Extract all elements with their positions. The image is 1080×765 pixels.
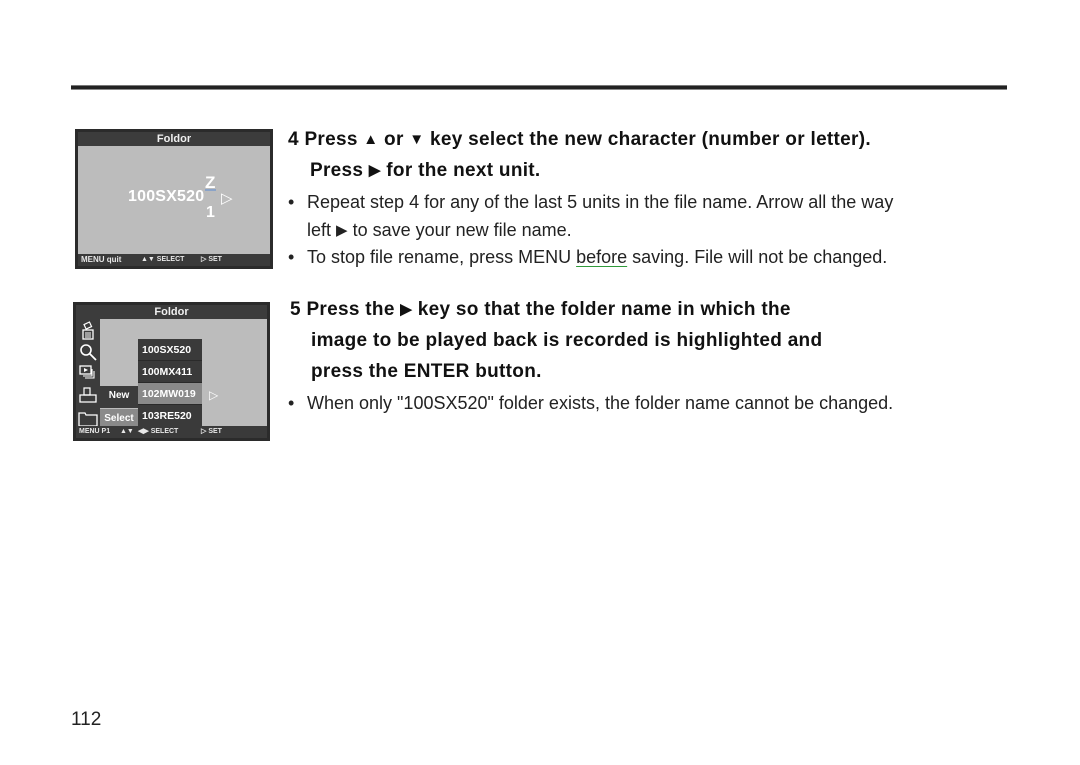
status-updown: ▲▼ [120, 428, 134, 435]
folder-item-highlighted[interactable]: 102MW019 [138, 383, 202, 405]
header-rule [71, 85, 1007, 90]
char-below: 1 [206, 204, 215, 221]
status-menu: MENU P1 [79, 428, 111, 435]
folder-icon [78, 412, 98, 427]
status-menu: MENU quit [81, 255, 122, 264]
camera-screen-folder: Foldor New Select 100SX520 100MX411 102M… [73, 302, 270, 441]
submenu-new[interactable]: New [100, 386, 138, 408]
char-cursor-underline [205, 189, 216, 191]
folder-item[interactable]: 100SX520 [138, 339, 202, 361]
step5-heading-line3: press the ENTER button. [311, 361, 542, 382]
step4-heading-line2: Press ▶ for the next unit. [310, 160, 541, 181]
status-select: ◀▶ SELECT [138, 428, 179, 435]
folder-item[interactable]: 100MX411 [138, 361, 202, 383]
right-arrow-icon: ▷ [221, 190, 233, 207]
trash-icon [82, 321, 94, 340]
folder-list: 100SX520 100MX411 102MW019 103RE520 [138, 339, 202, 427]
magnify-icon [80, 344, 97, 361]
bullet-glyph: • [288, 393, 295, 413]
screen-title: Foldor [78, 132, 270, 146]
step5-heading-line2: image to be played back is recorded is h… [311, 330, 823, 351]
right-arrow-icon: ▶ [336, 222, 348, 239]
filename: 100SX520 [128, 188, 205, 205]
screen-title: Foldor [76, 305, 267, 319]
bullet-glyph: • [288, 192, 295, 212]
print-icon [79, 387, 97, 403]
status-set: ▷ SET [201, 256, 222, 263]
screen-statusbar: MENU quit ▲▼ SELECT ▷ SET [78, 254, 270, 266]
right-arrow-icon: ▷ [209, 388, 219, 402]
right-arrow-icon: ▶ [400, 301, 413, 318]
step5-bullet: • When only "100SX520" folder exists, th… [288, 393, 894, 413]
page-number: 112 [71, 709, 102, 730]
step4-bullet-1-cont: left ▶ to save your new file name. [307, 220, 572, 240]
step5-heading-line1: 5 Press the ▶ key so that the folder nam… [290, 299, 791, 320]
right-arrow-icon: ▶ [368, 162, 381, 179]
status-select: ▲▼ SELECT [141, 256, 185, 263]
up-arrow-icon: ▲ [363, 131, 379, 148]
bullet-glyph: • [288, 247, 295, 267]
slideshow-icon [79, 365, 95, 379]
folder-item[interactable]: 103RE520 [138, 405, 202, 427]
status-set: ▷ SET [201, 428, 222, 435]
down-arrow-icon: ▼ [409, 131, 425, 148]
screen-sidebar [76, 319, 100, 427]
step4-bullet-2: • To stop file rename, press MENU before… [288, 247, 888, 267]
underlined-word: before [576, 247, 628, 267]
step4-heading-line1: 4 Press ▲ or ▼ key select the new charac… [288, 129, 871, 150]
step4-bullet-1: • Repeat step 4 for any of the last 5 un… [288, 192, 894, 212]
camera-screen-rename: Foldor Z 100SX520 ▷ 1 MENU quit ▲▼ SELEC… [75, 129, 273, 269]
screen-statusbar: MENU P1 ▲▼ ◀▶ SELECT ▷ SET [76, 426, 267, 438]
